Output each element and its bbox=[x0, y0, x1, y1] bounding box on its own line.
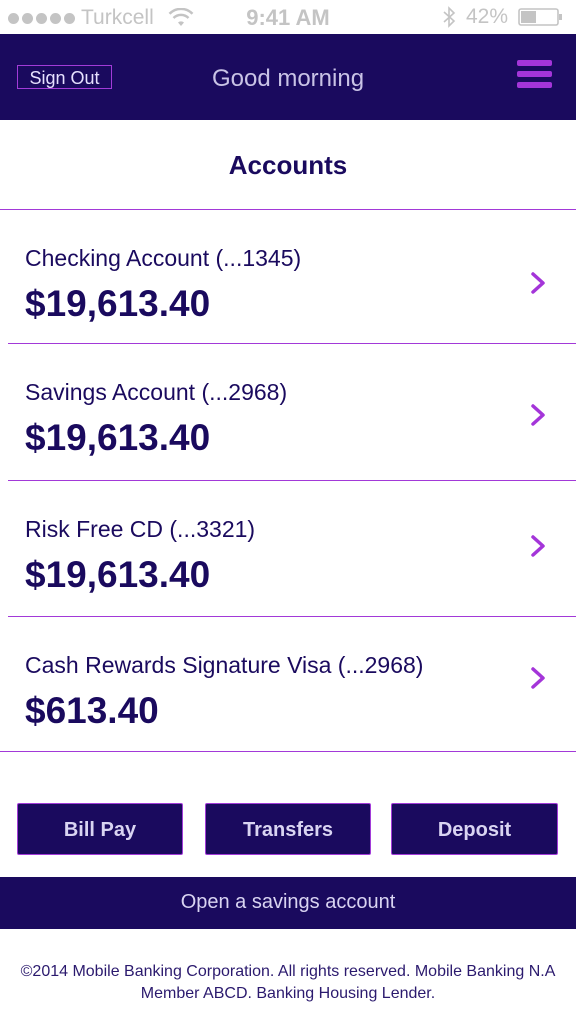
bluetooth-icon bbox=[443, 6, 456, 28]
account-row-savings[interactable]: Savings Account (...2968) $19,613.40 bbox=[0, 355, 576, 485]
account-row-visa[interactable]: Cash Rewards Signature Visa (...2968) $6… bbox=[0, 628, 576, 758]
account-row-checking[interactable]: Checking Account (...1345) $19,613.40 bbox=[0, 221, 576, 351]
open-savings-account-button[interactable]: Open a savings account bbox=[0, 877, 576, 929]
footer-legal-text: ©2014 Mobile Banking Corporation. All ri… bbox=[20, 963, 556, 1002]
account-row-cd[interactable]: Risk Free CD (...3321) $19,613.40 bbox=[0, 492, 576, 622]
greeting-title: Good morning bbox=[211, 65, 365, 92]
chevron-right-icon[interactable] bbox=[530, 666, 546, 690]
status-bar: Turkcell 9:41 AM 42% bbox=[0, 0, 576, 34]
chevron-right-icon[interactable] bbox=[530, 534, 546, 558]
hamburger-menu-icon[interactable] bbox=[517, 60, 552, 92]
divider bbox=[8, 343, 576, 344]
chevron-right-icon[interactable] bbox=[530, 403, 546, 427]
account-name: Cash Rewards Signature Visa (...2968) bbox=[25, 652, 424, 678]
page-title: Accounts bbox=[228, 150, 348, 180]
bill-pay-button[interactable]: Bill Pay bbox=[17, 803, 183, 855]
status-right: 42% bbox=[442, 5, 564, 29]
divider bbox=[0, 751, 576, 752]
deposit-button[interactable]: Deposit bbox=[391, 803, 558, 855]
account-name: Risk Free CD (...3321) bbox=[25, 516, 256, 542]
battery-icon bbox=[518, 8, 562, 26]
account-balance: $19,613.40 bbox=[25, 554, 211, 595]
chevron-right-icon[interactable] bbox=[530, 271, 546, 295]
account-name: Savings Account (...2968) bbox=[25, 379, 288, 405]
transfers-button[interactable]: Transfers bbox=[205, 803, 371, 855]
battery-percentage: 42% bbox=[465, 5, 508, 28]
account-balance: $19,613.40 bbox=[25, 283, 211, 324]
divider bbox=[8, 616, 576, 617]
divider bbox=[8, 480, 576, 481]
app-header: Sign Out Good morning bbox=[0, 34, 576, 120]
divider bbox=[0, 209, 576, 210]
account-balance: $613.40 bbox=[25, 690, 159, 731]
account-balance: $19,613.40 bbox=[25, 417, 211, 458]
account-name: Checking Account (...1345) bbox=[25, 245, 302, 271]
